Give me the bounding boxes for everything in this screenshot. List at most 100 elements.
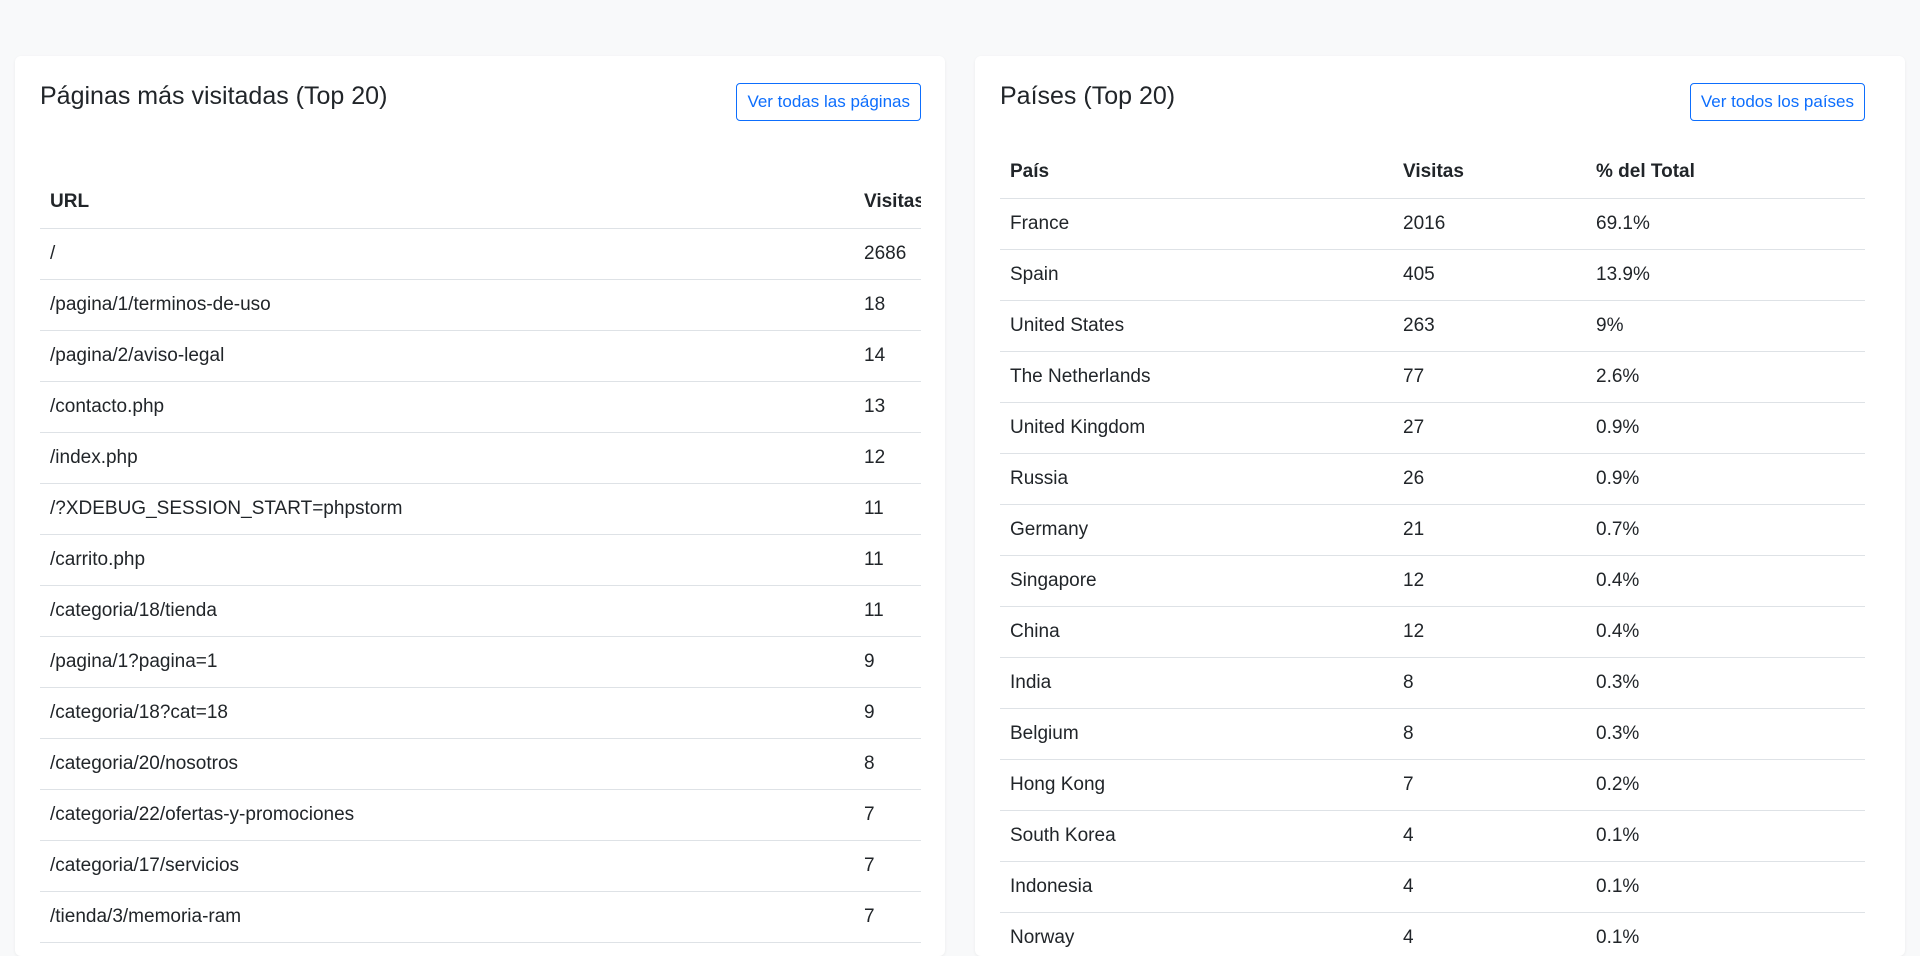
cell-country: France: [1000, 198, 1393, 250]
cell-url: /tienda/3/memoria-ram: [40, 891, 854, 943]
cell-percent: 0.9%: [1586, 453, 1865, 505]
table-row: /categoria/18?cat=18 9: [40, 687, 921, 739]
top-pages-title: Páginas más visitadas (Top 20): [40, 82, 388, 110]
cell-visits: 7: [854, 840, 921, 892]
cell-visits: 8: [854, 738, 921, 790]
table-row: Singapore 12 0.4%: [1000, 555, 1865, 607]
cell-percent: 0.4%: [1586, 606, 1865, 658]
cell-visits: 26: [1393, 453, 1586, 505]
table-row: South Korea 4 0.1%: [1000, 810, 1865, 862]
cell-visits: 77: [1393, 351, 1586, 403]
cell-visits: 8: [1393, 708, 1586, 760]
view-all-pages-button[interactable]: Ver todas las páginas: [736, 83, 921, 121]
cell-country: Germany: [1000, 504, 1393, 556]
cell-visits: 14: [854, 330, 921, 382]
table-row: United Kingdom 27 0.9%: [1000, 402, 1865, 454]
table-row: Russia 26 0.9%: [1000, 453, 1865, 505]
table-row: /carrito.php 11: [40, 534, 921, 586]
cell-url: /contacto.php: [40, 381, 854, 433]
top-countries-title: Países (Top 20): [1000, 82, 1176, 110]
cell-visits: 11: [854, 483, 921, 535]
table-row: /categoria/17/servicios 7: [40, 840, 921, 892]
top-countries-table: País Visitas % del Total France 2016 69.1%…: [1000, 147, 1865, 956]
table-row: /categoria/20/nosotros 8: [40, 738, 921, 790]
cell-percent: 0.9%: [1586, 402, 1865, 454]
cell-country: Norway: [1000, 912, 1393, 956]
cell-visits: 263: [1393, 300, 1586, 352]
table-row: /index.php 12: [40, 432, 921, 484]
column-header-country: País: [1000, 147, 1393, 199]
cell-percent: 0.1%: [1586, 861, 1865, 913]
cell-percent: 0.1%: [1586, 810, 1865, 862]
cell-visits: 12: [1393, 606, 1586, 658]
table-row: Belgium 8 0.3%: [1000, 708, 1865, 760]
cell-percent: 0.3%: [1586, 708, 1865, 760]
cell-country: United Kingdom: [1000, 402, 1393, 454]
cell-visits: 4: [1393, 861, 1586, 913]
cell-visits: 9: [854, 636, 921, 688]
cell-url: /: [40, 228, 854, 280]
cell-country: Belgium: [1000, 708, 1393, 760]
cell-visits: 12: [1393, 555, 1586, 607]
cell-visits: 2016: [1393, 198, 1586, 250]
column-header-visits: Visitas: [1393, 147, 1586, 199]
cell-visits: 21: [1393, 504, 1586, 556]
table-row: /categoria/22/ofertas-y-promociones 7: [40, 789, 921, 841]
table-row: China 12 0.4%: [1000, 606, 1865, 658]
top-countries-table-container: País Visitas % del Total France 2016 69.1%…: [1000, 147, 1865, 956]
cell-country: South Korea: [1000, 810, 1393, 862]
top-pages-card: Páginas más visitadas (Top 20) Ver todas…: [15, 56, 945, 956]
table-row: /categoria/18/tienda 11: [40, 585, 921, 637]
table-row: /pagina/1?pagina=1 9: [40, 636, 921, 688]
cell-url: /pagina/1?pagina=1: [40, 636, 854, 688]
column-header-percent: % del Total: [1586, 147, 1865, 199]
table-row: /pagina/2/aviso-legal 14: [40, 330, 921, 382]
cell-country: Spain: [1000, 249, 1393, 301]
cell-visits: 11: [854, 534, 921, 586]
table-row: Indonesia 4 0.1%: [1000, 861, 1865, 913]
table-row: Hong Kong 7 0.2%: [1000, 759, 1865, 811]
cell-percent: 2.6%: [1586, 351, 1865, 403]
cell-percent: 13.9%: [1586, 249, 1865, 301]
cell-url: /pagina/1/terminos-de-uso: [40, 279, 854, 331]
cell-visits: 13: [854, 381, 921, 433]
cell-country: United States: [1000, 300, 1393, 352]
table-row: /?XDEBUG_SESSION_START=phpstorm 11: [40, 483, 921, 535]
cell-visits: 11: [854, 585, 921, 637]
table-row: United States 263 9%: [1000, 300, 1865, 352]
cell-visits: 9: [854, 687, 921, 739]
cell-url: /carrito.php: [40, 534, 854, 586]
cell-visits: 7: [854, 789, 921, 841]
cell-url: /categoria/20/nosotros: [40, 738, 854, 790]
table-header-row: URL Visitas: [40, 177, 921, 229]
cell-visits: 4: [1393, 912, 1586, 956]
column-header-url: URL: [40, 177, 854, 229]
cell-country: The Netherlands: [1000, 351, 1393, 403]
cell-visits: 7: [1393, 759, 1586, 811]
table-header-row: País Visitas % del Total: [1000, 147, 1865, 199]
cell-url: /?XDEBUG_SESSION_START=phpstorm: [40, 483, 854, 535]
table-row: /tienda/3/memoria-ram 7: [40, 891, 921, 943]
cell-visits: 8: [1393, 657, 1586, 709]
cell-percent: 0.3%: [1586, 657, 1865, 709]
table-row: The Netherlands 77 2.6%: [1000, 351, 1865, 403]
cell-visits: 7: [854, 891, 921, 943]
cell-country: Hong Kong: [1000, 759, 1393, 811]
table-row: Norway 4 0.1%: [1000, 912, 1865, 956]
cell-visits: 405: [1393, 249, 1586, 301]
cell-visits: 18: [854, 279, 921, 331]
view-all-countries-button[interactable]: Ver todos los países: [1689, 83, 1865, 121]
cell-percent: 69.1%: [1586, 198, 1865, 250]
table-row: /contacto.php 13: [40, 381, 921, 433]
cell-visits: 27: [1393, 402, 1586, 454]
cell-country: Russia: [1000, 453, 1393, 505]
cell-url: /categoria/22/ofertas-y-promociones: [40, 789, 854, 841]
cell-country: Indonesia: [1000, 861, 1393, 913]
column-header-visits: Visitas: [854, 177, 921, 229]
cell-country: India: [1000, 657, 1393, 709]
table-row: Germany 21 0.7%: [1000, 504, 1865, 556]
cell-url: /categoria/17/servicios: [40, 840, 854, 892]
cell-country: China: [1000, 606, 1393, 658]
cell-percent: 0.7%: [1586, 504, 1865, 556]
cell-percent: 0.4%: [1586, 555, 1865, 607]
